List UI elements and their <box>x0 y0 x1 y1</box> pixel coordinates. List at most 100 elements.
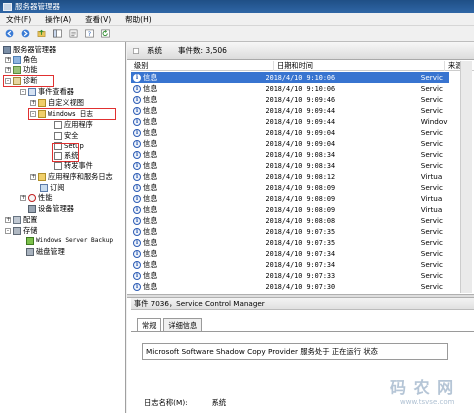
help-icon[interactable]: ? <box>84 28 95 39</box>
tree-item-disk-management[interactable]: 磁盘管理 <box>26 247 65 257</box>
source-cell: Windov <box>420 117 448 126</box>
table-row[interactable]: i 信息 2018/4/10 9:07:35 Servic <box>131 226 449 237</box>
menu-action[interactable]: 操作(A) <box>45 14 71 25</box>
table-row[interactable]: i 信息 2018/4/10 9:08:34 Servic <box>131 149 449 160</box>
table-row[interactable]: i 信息 2018/4/10 9:07:34 Servic <box>131 259 449 270</box>
table-row[interactable]: i 信息 2018/4/10 9:09:46 Servic <box>131 94 449 105</box>
tree-item-server-manager[interactable]: 服务器管理器 <box>3 45 56 55</box>
level-text: 信息 <box>143 149 158 159</box>
level-text: 信息 <box>143 215 158 225</box>
table-row[interactable]: i 信息 2018/4/10 9:08:08 Servic <box>131 215 449 226</box>
datetime-cell: 2018/4/10 9:09:04 <box>265 128 336 137</box>
level-cell: i 信息 <box>131 227 266 237</box>
table-row[interactable]: i 信息 2018/4/10 9:07:35 Servic <box>131 237 449 248</box>
tree-item-security[interactable]: 安全 <box>54 131 78 141</box>
info-icon: i <box>133 106 141 115</box>
window-title: 服务器管理器 <box>15 2 60 11</box>
collapse-toggle[interactable]: - <box>20 89 26 95</box>
level-cell: i 信息 <box>131 216 266 226</box>
navigation-tree: 服务器管理器 + 角色 + 功能 - 诊断 - 事件查看器 + 自定义视图 - … <box>0 42 126 413</box>
log-name-value: 系统 <box>211 398 227 407</box>
tree-item-configuration[interactable]: + 配置 <box>5 215 37 225</box>
level-text: 信息 <box>143 116 158 126</box>
collapse-toggle[interactable]: - <box>5 228 11 234</box>
tree-item-custom-views[interactable]: + 自定义视图 <box>30 98 84 108</box>
tree-item-subscriptions[interactable]: 订阅 <box>40 183 64 193</box>
tree-item-roles[interactable]: + 角色 <box>5 55 37 65</box>
forward-arrow-icon[interactable] <box>20 28 31 39</box>
datetime-cell: 2018/4/10 9:09:04 <box>265 139 336 148</box>
info-icon: i <box>133 205 141 214</box>
up-folder-icon[interactable] <box>36 28 47 39</box>
menu-view[interactable]: 查看(V) <box>85 14 111 25</box>
table-row[interactable]: i 信息 2018/4/10 9:10:06 Servic <box>131 72 449 83</box>
table-row[interactable]: i 信息 2018/4/10 9:07:34 Servic <box>131 248 449 259</box>
folder-icon <box>38 99 46 107</box>
table-row[interactable]: i 信息 2018/4/10 9:09:04 Servic <box>131 138 449 149</box>
source-cell: Servic <box>420 238 443 247</box>
table-row[interactable]: i 信息 2018/4/10 9:08:09 Virtua <box>131 193 449 204</box>
column-header-level[interactable]: 级别 <box>131 61 274 71</box>
table-row[interactable]: i 信息 2018/4/10 9:10:06 Servic <box>131 83 449 94</box>
tree-item-features[interactable]: + 功能 <box>5 65 37 75</box>
tab-details[interactable]: 详细信息 <box>163 318 203 332</box>
expand-toggle[interactable]: + <box>5 217 11 223</box>
column-header-datetime[interactable]: 日期和时间 <box>274 61 445 71</box>
table-row[interactable]: i 信息 2018/4/10 9:09:04 Servic <box>131 127 449 138</box>
tree-item-app-service-logs[interactable]: + 应用程序和服务日志 <box>30 172 113 182</box>
datetime-cell: 2018/4/10 9:08:09 <box>265 205 336 214</box>
table-row[interactable]: i 信息 2018/4/10 9:07:30 Servic <box>131 281 449 292</box>
show-tree-icon[interactable] <box>52 28 63 39</box>
menu-help[interactable]: 帮助(H) <box>125 14 152 25</box>
expand-toggle[interactable]: + <box>30 100 36 106</box>
vertical-scrollbar[interactable] <box>460 61 472 293</box>
level-cell: i 信息 <box>131 271 266 281</box>
info-icon: i <box>133 117 141 126</box>
log-name: 系统 <box>147 46 162 55</box>
properties-icon[interactable] <box>68 28 79 39</box>
level-cell: i 信息 <box>131 161 266 171</box>
level-text: 信息 <box>143 226 158 236</box>
refresh-icon[interactable] <box>100 28 111 39</box>
log-icon <box>54 121 62 129</box>
tree-item-event-viewer[interactable]: - 事件查看器 <box>20 87 74 97</box>
event-message[interactable]: Microsoft Software Shadow Copy Provider … <box>142 343 448 360</box>
level-cell: i 信息 <box>131 282 266 292</box>
tree-item-storage[interactable]: - 存储 <box>5 226 37 236</box>
detail-tabs: 常规 详细信息 <box>131 318 474 333</box>
log-name-row: 日志名称(M): 系统 <box>144 397 226 409</box>
highlight-box <box>28 108 116 120</box>
table-row[interactable]: i 信息 2018/4/10 9:07:33 Servic <box>131 270 449 281</box>
table-row[interactable]: i 信息 2018/4/10 9:08:12 Virtua <box>131 171 449 182</box>
tree-item-forwarded-events[interactable]: 转发事件 <box>54 161 93 171</box>
expand-toggle[interactable]: + <box>30 174 36 180</box>
source-cell: Virtua <box>420 194 443 203</box>
watermark-text: 码 农 网 <box>390 378 455 397</box>
tree-item-application[interactable]: 应用程序 <box>54 120 93 130</box>
expand-toggle[interactable]: + <box>5 57 11 63</box>
source-cell: Servic <box>420 161 443 170</box>
tree-item-windows-server-backup[interactable]: Windows Server Backup <box>26 236 113 246</box>
datetime-cell: 2018/4/10 9:07:35 <box>265 227 336 236</box>
tree-item-device-manager[interactable]: 设备管理器 <box>28 204 74 214</box>
expand-toggle[interactable]: + <box>20 195 26 201</box>
table-row[interactable]: i 信息 2018/4/10 9:09:44 Windov <box>131 116 449 127</box>
source-cell: Servic <box>420 84 443 93</box>
table-row[interactable]: i 信息 2018/4/10 9:08:34 Servic <box>131 160 449 171</box>
table-row[interactable]: i 信息 2018/4/10 9:09:44 Servic <box>131 105 449 116</box>
tree-item-performance[interactable]: + 性能 <box>20 193 52 203</box>
level-cell: i 信息 <box>131 106 266 116</box>
level-cell: i 信息 <box>131 205 266 215</box>
back-arrow-icon[interactable] <box>4 28 15 39</box>
svg-text:?: ? <box>88 31 91 38</box>
expand-toggle[interactable]: + <box>5 67 11 73</box>
level-text: 信息 <box>143 248 158 258</box>
log-icon <box>54 162 62 170</box>
table-row[interactable]: i 信息 2018/4/10 9:08:09 Servic <box>131 182 449 193</box>
level-text: 信息 <box>143 182 158 192</box>
table-row[interactable]: i 信息 2018/4/10 9:08:09 Virtua <box>131 204 449 215</box>
level-text: 信息 <box>143 171 158 181</box>
menu-file[interactable]: 文件(F) <box>6 14 31 25</box>
backup-icon <box>26 237 34 245</box>
level-cell: i 信息 <box>131 95 266 105</box>
